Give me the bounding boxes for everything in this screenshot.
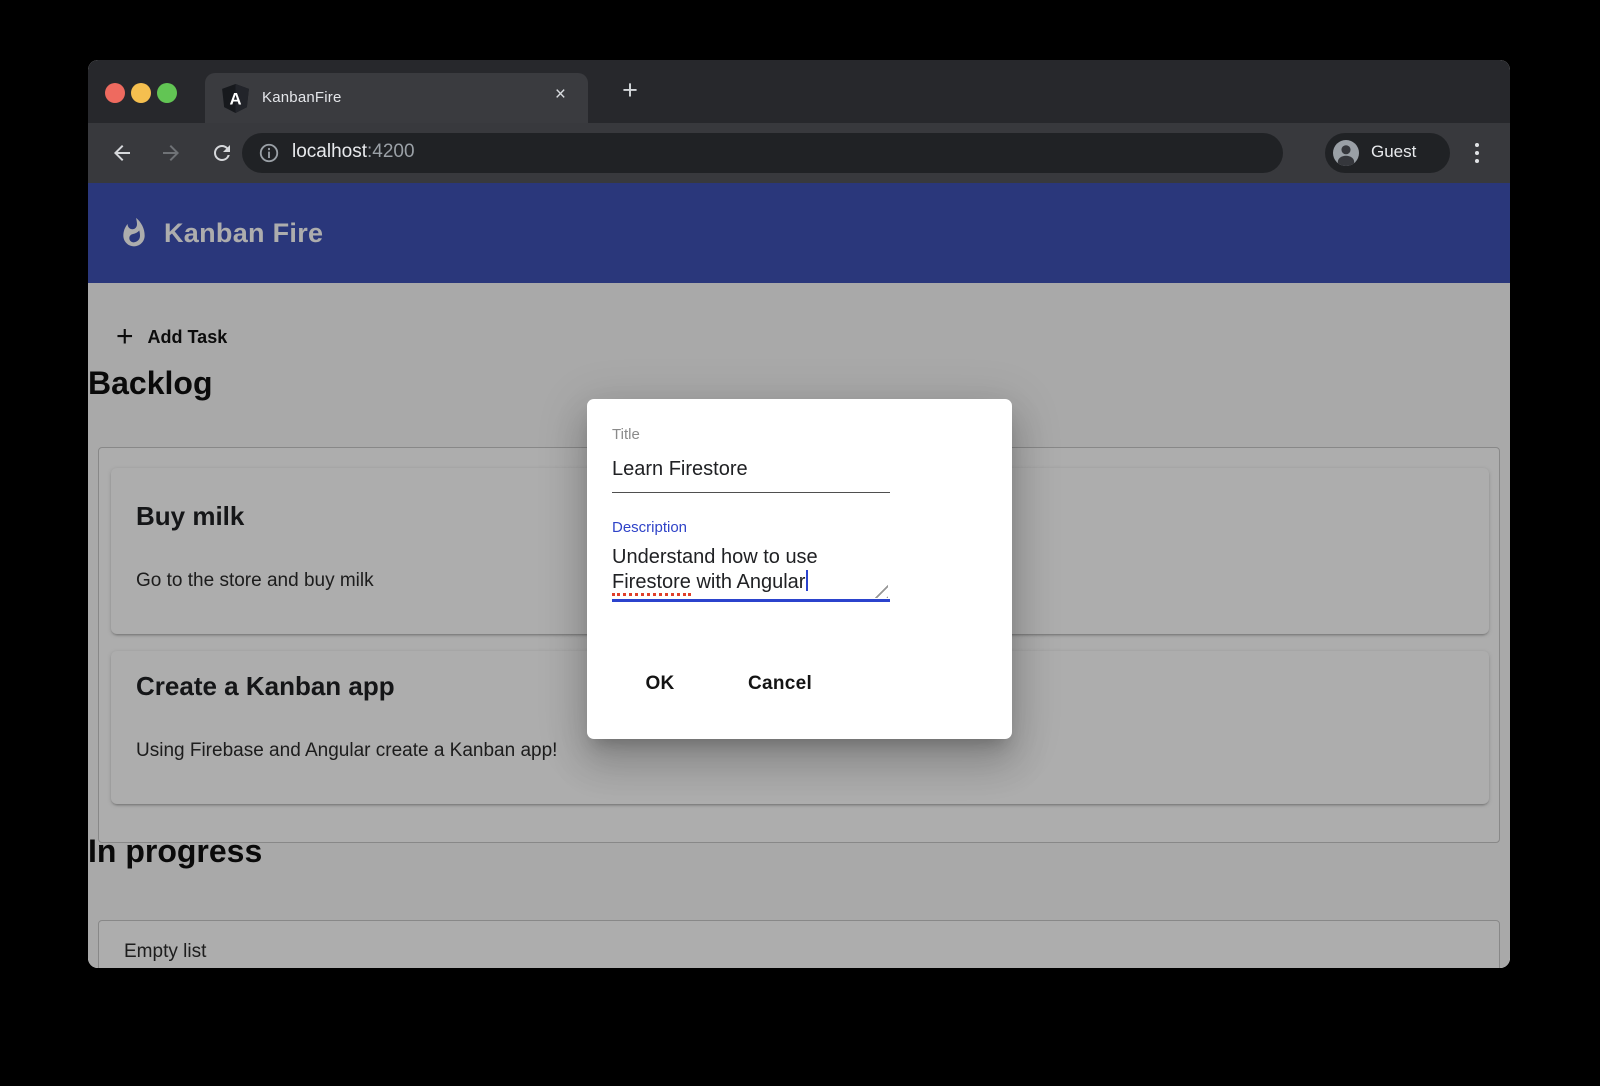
profile-label: Guest [1371,142,1416,162]
description-field-label: Description [612,519,687,536]
new-tab-button[interactable]: + [612,73,648,109]
misspelled-word: Firestore [612,571,691,596]
angular-logo-icon: A [222,84,249,113]
description-line1: Understand how to use [612,546,818,568]
description-line2-rest: with Angular [691,571,806,593]
dialog-actions: OK Cancel [620,666,830,702]
ok-button[interactable]: OK [620,666,700,702]
back-icon[interactable] [110,141,134,165]
reload-icon[interactable] [210,141,234,165]
site-info-icon[interactable] [258,142,280,164]
browser-menu-icon[interactable] [1469,139,1485,167]
avatar-icon [1333,140,1359,166]
svg-text:A: A [229,90,241,109]
forward-icon[interactable] [159,141,183,165]
url-port: :4200 [367,141,415,162]
title-input[interactable]: Learn Firestore [612,458,748,481]
close-window-button[interactable] [105,83,125,103]
text-caret [806,570,808,591]
tab-strip: A KanbanFire × + [88,60,1510,123]
url-text: localhost:4200 [292,141,415,163]
tab-close-icon[interactable]: × [555,84,566,106]
browser-tab[interactable]: A KanbanFire × [205,73,588,123]
url-host: localhost [292,141,367,162]
tab-title: KanbanFire [262,89,342,106]
description-textarea[interactable]: Understand how to use Firestore with Ang… [612,545,912,595]
title-field-label: Title [612,426,640,443]
minimize-window-button[interactable] [131,83,151,103]
cancel-button[interactable]: Cancel [730,666,830,702]
profile-button[interactable]: Guest [1325,133,1450,173]
browser-window: A KanbanFire × + localhost:4200 [88,60,1510,968]
maximize-window-button[interactable] [157,83,177,103]
new-task-dialog: Title Learn Firestore Description Unders… [587,399,1012,739]
browser-toolbar: localhost:4200 Guest [88,123,1510,183]
address-bar[interactable]: localhost:4200 [242,133,1283,173]
page-content: Kanban Fire + Add Task Backlog Buy milk … [88,183,1510,968]
title-input-underline [612,492,890,493]
description-focus-underline [612,599,890,602]
